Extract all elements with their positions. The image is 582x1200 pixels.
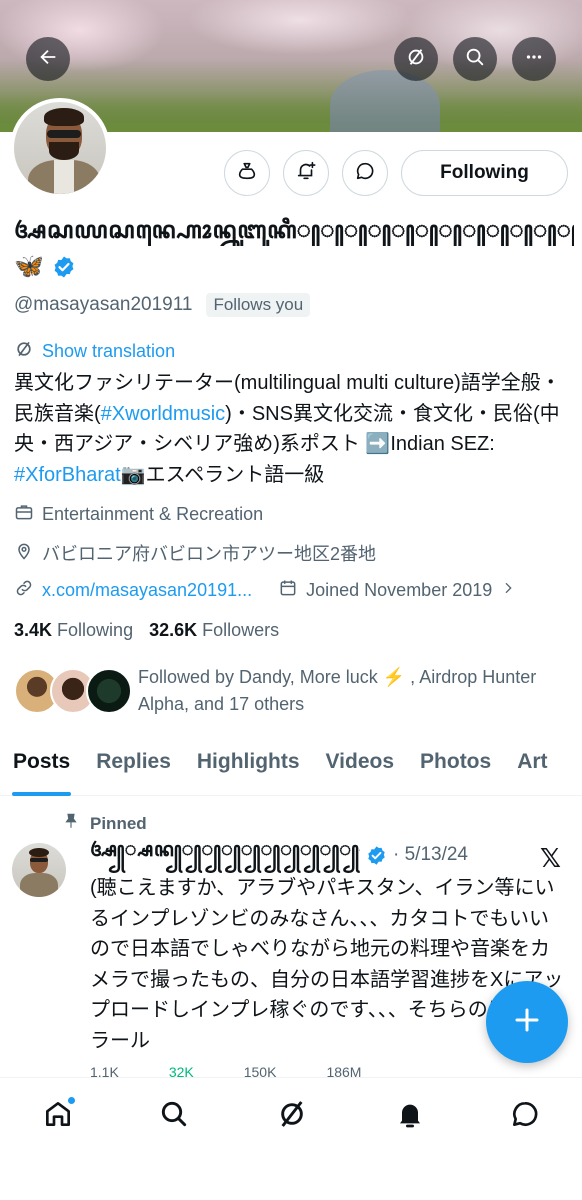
- tab-videos[interactable]: Videos: [313, 740, 407, 796]
- bottom-navigation: [0, 1077, 582, 1200]
- following-button[interactable]: Following: [401, 150, 568, 196]
- more-horizontal-icon: [523, 46, 545, 73]
- post-date[interactable]: · 5/13/24: [393, 844, 468, 866]
- bell-icon: [394, 1098, 426, 1135]
- back-button[interactable]: [26, 37, 70, 81]
- search-icon: [158, 1098, 190, 1135]
- hashtag-link[interactable]: #XforBharat: [14, 464, 121, 486]
- nav-notifications[interactable]: [390, 1096, 430, 1136]
- location-pin-icon: [14, 541, 34, 566]
- compose-button[interactable]: [486, 981, 568, 1063]
- grok-button[interactable]: [394, 37, 438, 81]
- followed-by-section[interactable]: Followed by Dandy, More luck ⚡️ , Airdro…: [14, 664, 574, 718]
- category-label: Entertainment & Recreation: [42, 504, 264, 524]
- tab-highlights[interactable]: Highlights: [184, 740, 313, 796]
- website-link[interactable]: x.com/masayasan20191...: [42, 580, 252, 601]
- nav-search[interactable]: [154, 1096, 194, 1136]
- tab-replies[interactable]: Replies: [83, 740, 184, 796]
- message-icon: [509, 1098, 541, 1135]
- show-translation-label: Show translation: [42, 341, 176, 361]
- nav-home[interactable]: [38, 1096, 78, 1136]
- calendar-icon: [278, 578, 298, 603]
- following-count-link[interactable]: 3.4K Following: [14, 620, 133, 641]
- arrow-left-icon: [37, 46, 59, 73]
- profile-tabs: Posts Replies Highlights Videos Photos A…: [0, 740, 582, 796]
- post-header: ꦄ꧀꧀ꦱꦤ꧀꧀꧀꧀꧀꧀꧀꧀꧀꧀꧀꧀꧀꧀꧀꧀꧀꧀꧀ · 5/13/24: [90, 839, 570, 870]
- post-actions: 1.1K 32K 150K 186M: [90, 1064, 570, 1078]
- joined-date: Joined November 2019: [306, 580, 493, 600]
- like-count[interactable]: 150K: [244, 1064, 277, 1078]
- verified-badge-icon: [366, 845, 387, 866]
- grok-icon: [14, 339, 34, 364]
- display-name: ꦄꦱꦪꦱꦤ꧀ꦲꦺꦴꦤ꧀ꦤꦸꦧꦸꦏꦶ꧀꧀꧀꧀꧀꧀꧀꧀꧀꧀꧀꧀꧀꧀꧀꧀꧀꧀꧀꧀: [14, 217, 574, 244]
- x-logo-icon: 𝕏: [540, 843, 561, 873]
- profile-avatar[interactable]: [10, 98, 110, 198]
- post-author-name[interactable]: ꦄ꧀꧀ꦱꦤ꧀꧀꧀꧀꧀꧀꧀꧀꧀꧀꧀꧀꧀꧀꧀꧀꧀꧀꧀: [90, 835, 360, 875]
- search-button[interactable]: [453, 37, 497, 81]
- show-translation-link[interactable]: Show translation: [14, 339, 175, 364]
- pin-icon: [62, 812, 80, 835]
- profile-bio: 異文化ファシリテーター(multilingual multi culture)語…: [14, 368, 574, 490]
- profile-category: Entertainment & Recreation: [14, 502, 263, 527]
- search-icon: [464, 46, 486, 73]
- tip-button[interactable]: [224, 150, 270, 196]
- profile-handle: @masayasan201911: [14, 294, 193, 315]
- tab-photos[interactable]: Photos: [407, 740, 504, 796]
- grok-icon: [276, 1098, 308, 1135]
- money-bag-icon: [236, 160, 258, 187]
- followed-by-text: Followed by Dandy, More luck ⚡️ , Airdro…: [138, 667, 537, 714]
- reply-count[interactable]: 1.1K: [90, 1064, 119, 1078]
- bio-text: 📷エスペラント語一級: [120, 463, 325, 486]
- repost-count[interactable]: 32K: [169, 1064, 194, 1078]
- nav-grok[interactable]: [272, 1096, 312, 1136]
- pinned-text: Pinned: [90, 813, 147, 833]
- avatar: [86, 668, 132, 714]
- butterfly-emoji: 🦋: [14, 253, 44, 280]
- pinned-label: Pinned: [62, 812, 147, 835]
- tab-posts[interactable]: Posts: [0, 740, 83, 796]
- notification-dot: [67, 1096, 76, 1105]
- tab-art[interactable]: Art: [504, 740, 560, 796]
- message-icon: [354, 160, 376, 187]
- profile-location: バビロニア府バビロン市アツー地区2番地: [14, 540, 376, 566]
- more-button[interactable]: [512, 37, 556, 81]
- post-avatar[interactable]: [12, 843, 66, 897]
- verified-badge-icon[interactable]: [52, 255, 76, 279]
- link-icon: [14, 578, 34, 603]
- following-count: 3.4K: [14, 620, 53, 640]
- grok-icon: [405, 46, 427, 73]
- plus-icon: [512, 1005, 542, 1040]
- hashtag-link[interactable]: #Xworldmusic: [101, 403, 225, 425]
- follows-you-badge: Follows you: [206, 293, 311, 317]
- followers-label: Followers: [202, 620, 280, 640]
- message-button[interactable]: [342, 150, 388, 196]
- followers-count-link[interactable]: 32.6K Followers: [149, 620, 279, 641]
- bell-plus-icon: [295, 160, 317, 187]
- briefcase-icon: [14, 502, 34, 527]
- view-count[interactable]: 186M: [326, 1064, 361, 1078]
- nav-messages[interactable]: [505, 1096, 545, 1136]
- chevron-right-icon[interactable]: [500, 580, 516, 601]
- followers-count: 32.6K: [149, 620, 198, 640]
- location-label: バビロニア府バビロン市アツー地区2番地: [42, 544, 377, 564]
- notify-button[interactable]: [283, 150, 329, 196]
- following-label: Following: [57, 620, 134, 640]
